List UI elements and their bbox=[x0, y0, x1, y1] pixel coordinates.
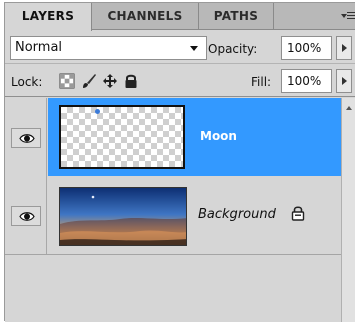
panel-tab-bar: LAYERS CHANNELS PATHS bbox=[5, 3, 355, 31]
moon-dot bbox=[95, 109, 100, 114]
tab-paths[interactable]: PATHS bbox=[199, 3, 274, 30]
opacity-input[interactable]: 100% bbox=[281, 36, 332, 60]
fill-slider-button[interactable] bbox=[336, 69, 352, 93]
blend-options-row: Normal Opacity: 100% bbox=[5, 32, 355, 64]
layer-name-moon[interactable]: Moon bbox=[200, 129, 237, 143]
panel-menu-icon[interactable] bbox=[338, 3, 355, 30]
layers-scrollbar[interactable] bbox=[341, 98, 355, 322]
visibility-toggle[interactable] bbox=[11, 206, 41, 226]
layer-row-moon[interactable]: Moon bbox=[5, 98, 341, 176]
layer-row-background[interactable]: Background bbox=[5, 175, 341, 255]
opacity-slider-button[interactable] bbox=[336, 36, 352, 60]
visibility-cell bbox=[5, 98, 47, 176]
layer-name-background[interactable]: Background bbox=[198, 207, 276, 222]
layers-list: Moon Background bbox=[5, 98, 341, 322]
move-icon[interactable] bbox=[102, 73, 118, 89]
lock-options-row: Lock: Fill: 100% bbox=[5, 65, 355, 97]
brush-icon[interactable] bbox=[81, 73, 97, 89]
eye-icon bbox=[19, 212, 35, 221]
lock-transparent-pixels-icon[interactable] bbox=[59, 73, 75, 89]
visibility-toggle[interactable] bbox=[11, 128, 41, 148]
landscape-thumbnail bbox=[60, 188, 186, 245]
arrow-right-icon bbox=[342, 77, 347, 85]
fill-label: Fill: bbox=[251, 75, 272, 89]
scroll-up-icon[interactable] bbox=[346, 106, 352, 110]
fill-input[interactable]: 100% bbox=[281, 69, 332, 93]
opacity-label: Opacity: bbox=[208, 42, 258, 56]
layers-panel: LAYERS CHANNELS PATHS Normal Opacity: 10… bbox=[4, 2, 355, 322]
blend-mode-value: Normal bbox=[15, 40, 63, 55]
layer-thumbnail-moon[interactable] bbox=[59, 105, 185, 169]
blend-mode-select[interactable]: Normal bbox=[10, 36, 207, 60]
chevron-down-icon bbox=[190, 46, 198, 51]
visibility-cell bbox=[5, 175, 47, 254]
lock-icon[interactable] bbox=[123, 73, 139, 89]
eye-icon bbox=[19, 134, 35, 143]
tab-layers[interactable]: LAYERS bbox=[5, 3, 92, 31]
lock-icon bbox=[291, 206, 305, 221]
lock-label: Lock: bbox=[11, 75, 43, 89]
layer-thumbnail-background[interactable] bbox=[59, 187, 187, 246]
tab-channels[interactable]: CHANNELS bbox=[92, 3, 199, 30]
arrow-right-icon bbox=[342, 44, 347, 52]
